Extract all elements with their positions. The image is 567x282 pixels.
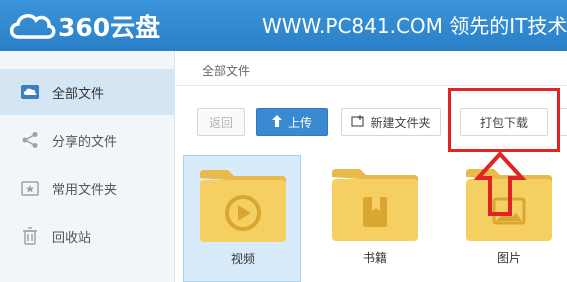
file-name: 图片 <box>496 251 521 265</box>
divider <box>176 85 567 86</box>
red-arrow-annotation <box>473 151 527 216</box>
star-folder-icon <box>20 178 40 198</box>
file-name: 书籍 <box>362 251 387 265</box>
sidebar-item-recycle-bin[interactable]: 回收站 <box>0 213 175 259</box>
upload-label: 上传 <box>287 115 312 130</box>
video-folder-icon <box>200 170 286 242</box>
upload-button[interactable]: 上传 <box>256 108 328 136</box>
new-folder-label: 新建文件夹 <box>370 115 431 130</box>
sidebar-item-label: 全部文件 <box>52 86 105 102</box>
site-watermark: WWW.PC841.COM 领先的IT技术网 <box>262 14 567 38</box>
cloud-logo-icon <box>9 14 56 39</box>
sidebar-item-shared[interactable]: 分享的文件 <box>0 117 175 163</box>
app-header: 360云盘 WWW.PC841.COM 领先的IT技术网 <box>0 0 567 51</box>
new-folder-button[interactable]: 新建文件夹 <box>341 108 441 136</box>
upload-arrow-icon <box>271 114 282 130</box>
sidebar: 全部文件 分享的文件 常用文件夹 回收站 <box>0 51 175 282</box>
app-logo[interactable]: 360云盘 <box>8 8 160 44</box>
highlight-box <box>448 88 560 152</box>
share-icon <box>20 130 40 150</box>
file-item[interactable]: 视频 <box>183 155 301 282</box>
sidebar-item-favorites[interactable]: 常用文件夹 <box>0 165 175 211</box>
cloud-icon <box>20 82 40 102</box>
sidebar-item-label: 分享的文件 <box>52 134 118 150</box>
sidebar-item-label: 常用文件夹 <box>52 182 118 198</box>
new-folder-icon <box>351 114 365 130</box>
logo-text: 360云盘 <box>58 13 161 42</box>
back-button[interactable]: 返回 <box>197 108 245 136</box>
file-item[interactable]: 书籍 <box>316 155 434 282</box>
sidebar-item-all-files[interactable]: 全部文件 <box>0 69 175 115</box>
file-name: 视频 <box>230 252 255 266</box>
book-folder-icon <box>332 169 418 241</box>
trash-icon <box>20 226 40 246</box>
breadcrumb[interactable]: 全部文件 <box>202 62 250 79</box>
sidebar-item-label: 回收站 <box>52 230 92 246</box>
